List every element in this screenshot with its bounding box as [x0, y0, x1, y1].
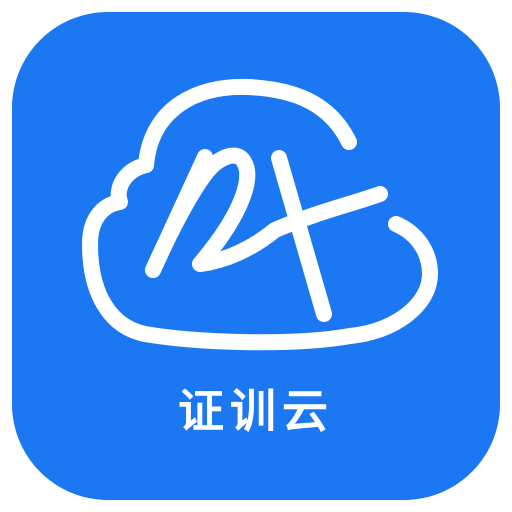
launcher-canvas: 证训云 [0, 0, 512, 512]
app-name-label: 证训云 [178, 384, 334, 438]
app-icon[interactable]: 证训云 [12, 12, 500, 500]
